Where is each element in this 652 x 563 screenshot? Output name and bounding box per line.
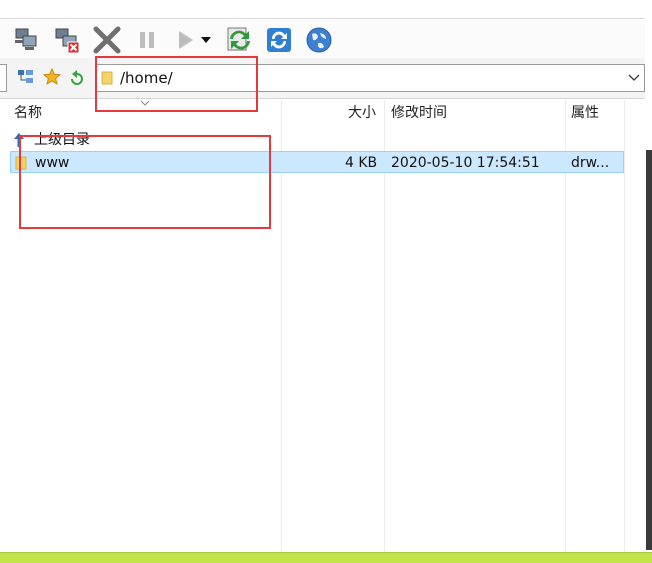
status-bar	[0, 552, 652, 563]
row-attrs: drw...	[571, 155, 610, 171]
column-modified[interactable]: 修改时间	[391, 100, 447, 126]
column-header: 名称 大小 修改时间 属性	[0, 100, 625, 126]
column-name[interactable]: 名称	[14, 100, 42, 126]
row-modified: 2020-05-10 17:54:51	[391, 155, 540, 171]
toolbar	[0, 18, 646, 59]
annotation-box	[95, 56, 258, 112]
column-separator	[624, 100, 625, 552]
dropdown-arrow-icon[interactable]	[198, 25, 214, 55]
scrollbar[interactable]	[646, 150, 652, 550]
tree-view-icon[interactable]	[16, 67, 36, 87]
play-icon[interactable]	[170, 25, 200, 55]
left-pane-edge	[0, 64, 7, 92]
row-size: 4 KB	[345, 155, 378, 171]
globe-icon[interactable]	[304, 25, 334, 55]
pause-icon[interactable]	[132, 25, 162, 55]
parent-folder-icon[interactable]	[67, 67, 87, 87]
annotation-box	[19, 135, 271, 229]
column-attrs[interactable]: 属性	[571, 100, 599, 126]
close-icon[interactable]	[92, 25, 122, 55]
favorite-star-icon[interactable]	[42, 67, 62, 87]
sync-icon[interactable]	[264, 25, 294, 55]
refresh-green-icon[interactable]	[224, 25, 254, 55]
connect-icon[interactable]	[12, 25, 42, 55]
chevron-down-icon[interactable]	[628, 71, 640, 83]
disconnect-icon[interactable]	[52, 25, 82, 55]
column-size[interactable]: 大小	[348, 100, 376, 126]
